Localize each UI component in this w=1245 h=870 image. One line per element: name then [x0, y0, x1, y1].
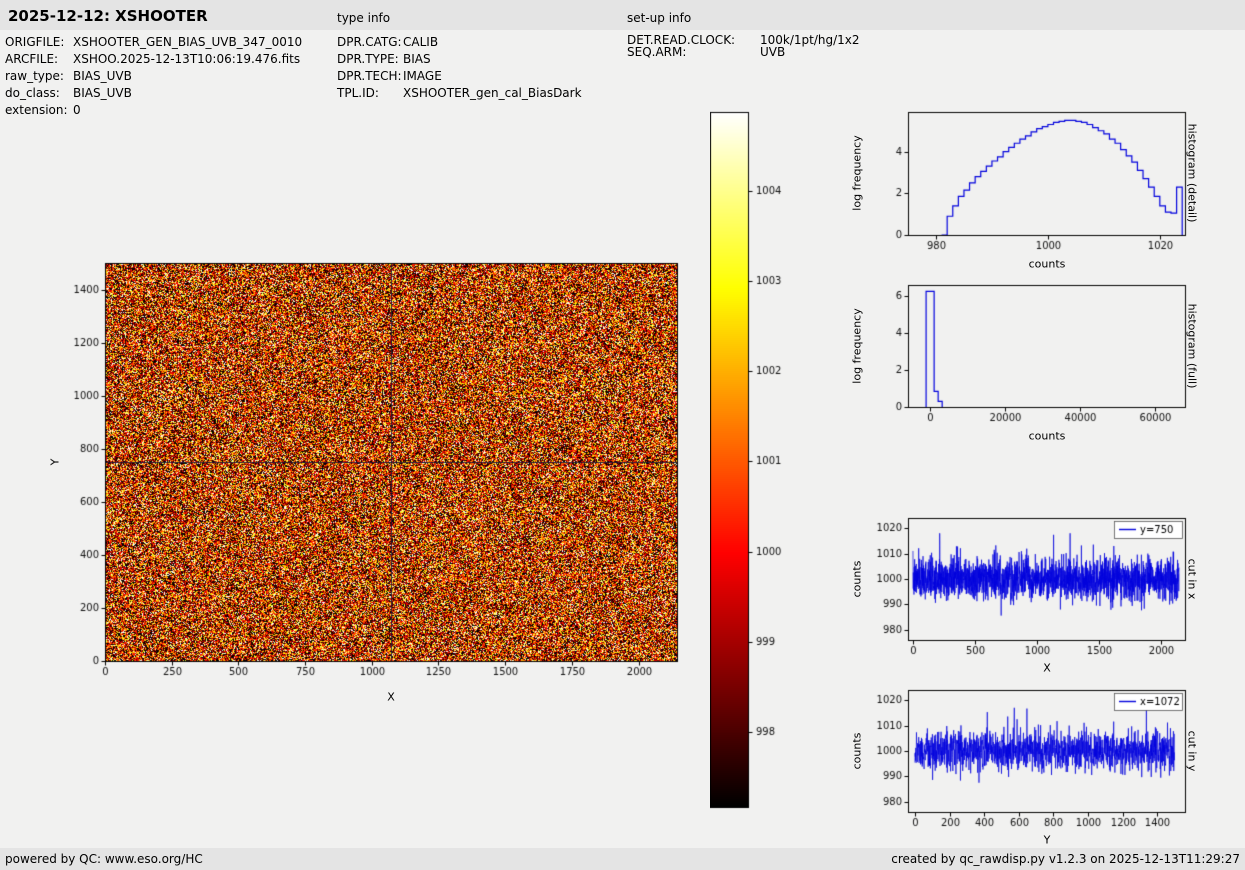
meta-value: CALIB: [403, 35, 439, 49]
meta-value: 0: [73, 103, 81, 117]
type-info-block: DPR.CATG:CALIB DPR.TYPE: BIAS DPR.TECH:IM…: [337, 34, 582, 102]
cut-x-xaxis-label: X: [1043, 661, 1051, 675]
meta-label: ORIGFILE:: [5, 35, 65, 49]
cut-y-side-label: cut in y: [1185, 730, 1199, 772]
histogram-detail-plot: [860, 102, 1195, 267]
meta-label: raw_type:: [5, 69, 64, 83]
hist-full-xaxis-label: counts: [1028, 429, 1066, 443]
header-bar: 2025-12-12: XSHOOTER type info set-up in…: [0, 0, 1245, 30]
meta-row-dpr-tech: DPR.TECH:IMAGE: [337, 68, 582, 85]
cut-x-yaxis-label: counts: [850, 560, 864, 598]
meta-row-dpr-catg: DPR.CATG:CALIB: [337, 34, 582, 51]
footer-right-text: created by qc_rawdisp.py v1.2.3 on 2025-…: [891, 852, 1240, 866]
file-metadata-block: ORIGFILE: XSHOOTER_GEN_BIAS_UVB_347_0010 …: [5, 34, 302, 119]
meta-row-origfile: ORIGFILE: XSHOOTER_GEN_BIAS_UVB_347_0010: [5, 34, 302, 51]
hist-detail-yaxis-label: log frequency: [850, 135, 864, 211]
meta-label: ARCFILE:: [5, 52, 59, 66]
meta-value: XSHOOTER_gen_cal_BiasDark: [403, 86, 582, 100]
hist-full-side-label: histogram (full): [1185, 303, 1199, 389]
page-title: 2025-12-12: XSHOOTER: [8, 7, 208, 25]
setup-info-block: DET.READ.CLOCK: 100k/1pt/hg/1x2 SEQ.ARM: U…: [627, 34, 860, 58]
meta-value: XSHOOTER_GEN_BIAS_UVB_347_0010: [73, 35, 303, 49]
type-info-heading: type info: [337, 11, 391, 25]
histogram-full-plot: [860, 275, 1195, 440]
meta-row-tpl-id: TPL.ID: XSHOOTER_gen_cal_BiasDark: [337, 85, 582, 102]
cut-y-xaxis-label: Y: [1043, 833, 1051, 847]
main-xaxis-label: X: [387, 690, 395, 704]
meta-row-seq-arm: SEQ.ARM: UVB: [627, 46, 860, 58]
hist-detail-side-label: histogram (detail): [1185, 123, 1199, 223]
setup-info-heading: set-up info: [627, 11, 692, 25]
meta-value: BIAS: [403, 52, 431, 66]
meta-row-arcfile: ARCFILE: XSHOO.2025-12-13T10:06:19.476.fi…: [5, 51, 302, 68]
cut-in-y-plot: [860, 680, 1195, 845]
footer-left-text: powered by QC: www.eso.org/HC: [5, 852, 203, 866]
cut-in-x-plot: [860, 508, 1195, 673]
meta-label: extension:: [5, 103, 68, 117]
colorbar: [710, 106, 795, 813]
footer-bar: powered by QC: www.eso.org/HC created by…: [0, 848, 1245, 870]
meta-row-doclass: do_class: BIAS_UVB: [5, 85, 302, 102]
hist-full-yaxis-label: log frequency: [850, 308, 864, 384]
cut-x-side-label: cut in x: [1185, 558, 1199, 600]
hist-detail-xaxis-label: counts: [1028, 257, 1066, 271]
qc-report-page: 2025-12-12: XSHOOTER type info set-up in…: [0, 0, 1245, 870]
meta-label: DPR.TECH:: [337, 69, 402, 83]
meta-value: BIAS_UVB: [73, 86, 132, 100]
meta-label: DPR.CATG:: [337, 35, 402, 49]
meta-label: SEQ.ARM:: [627, 45, 687, 59]
meta-row-dpr-type: DPR.TYPE: BIAS: [337, 51, 582, 68]
meta-row-extension: extension: 0: [5, 102, 302, 119]
meta-row-rawtype: raw_type: BIAS_UVB: [5, 68, 302, 85]
bias-image-plot: [60, 250, 705, 695]
meta-label: DPR.TYPE:: [337, 52, 399, 66]
meta-value: UVB: [760, 45, 786, 59]
meta-label: TPL.ID:: [337, 86, 379, 100]
meta-value: XSHOO.2025-12-13T10:06:19.476.fits: [73, 52, 301, 66]
meta-label: do_class:: [5, 86, 60, 100]
meta-value: IMAGE: [403, 69, 442, 83]
main-yaxis-label: Y: [48, 458, 62, 466]
cut-y-yaxis-label: counts: [850, 732, 864, 770]
meta-value: BIAS_UVB: [73, 69, 132, 83]
